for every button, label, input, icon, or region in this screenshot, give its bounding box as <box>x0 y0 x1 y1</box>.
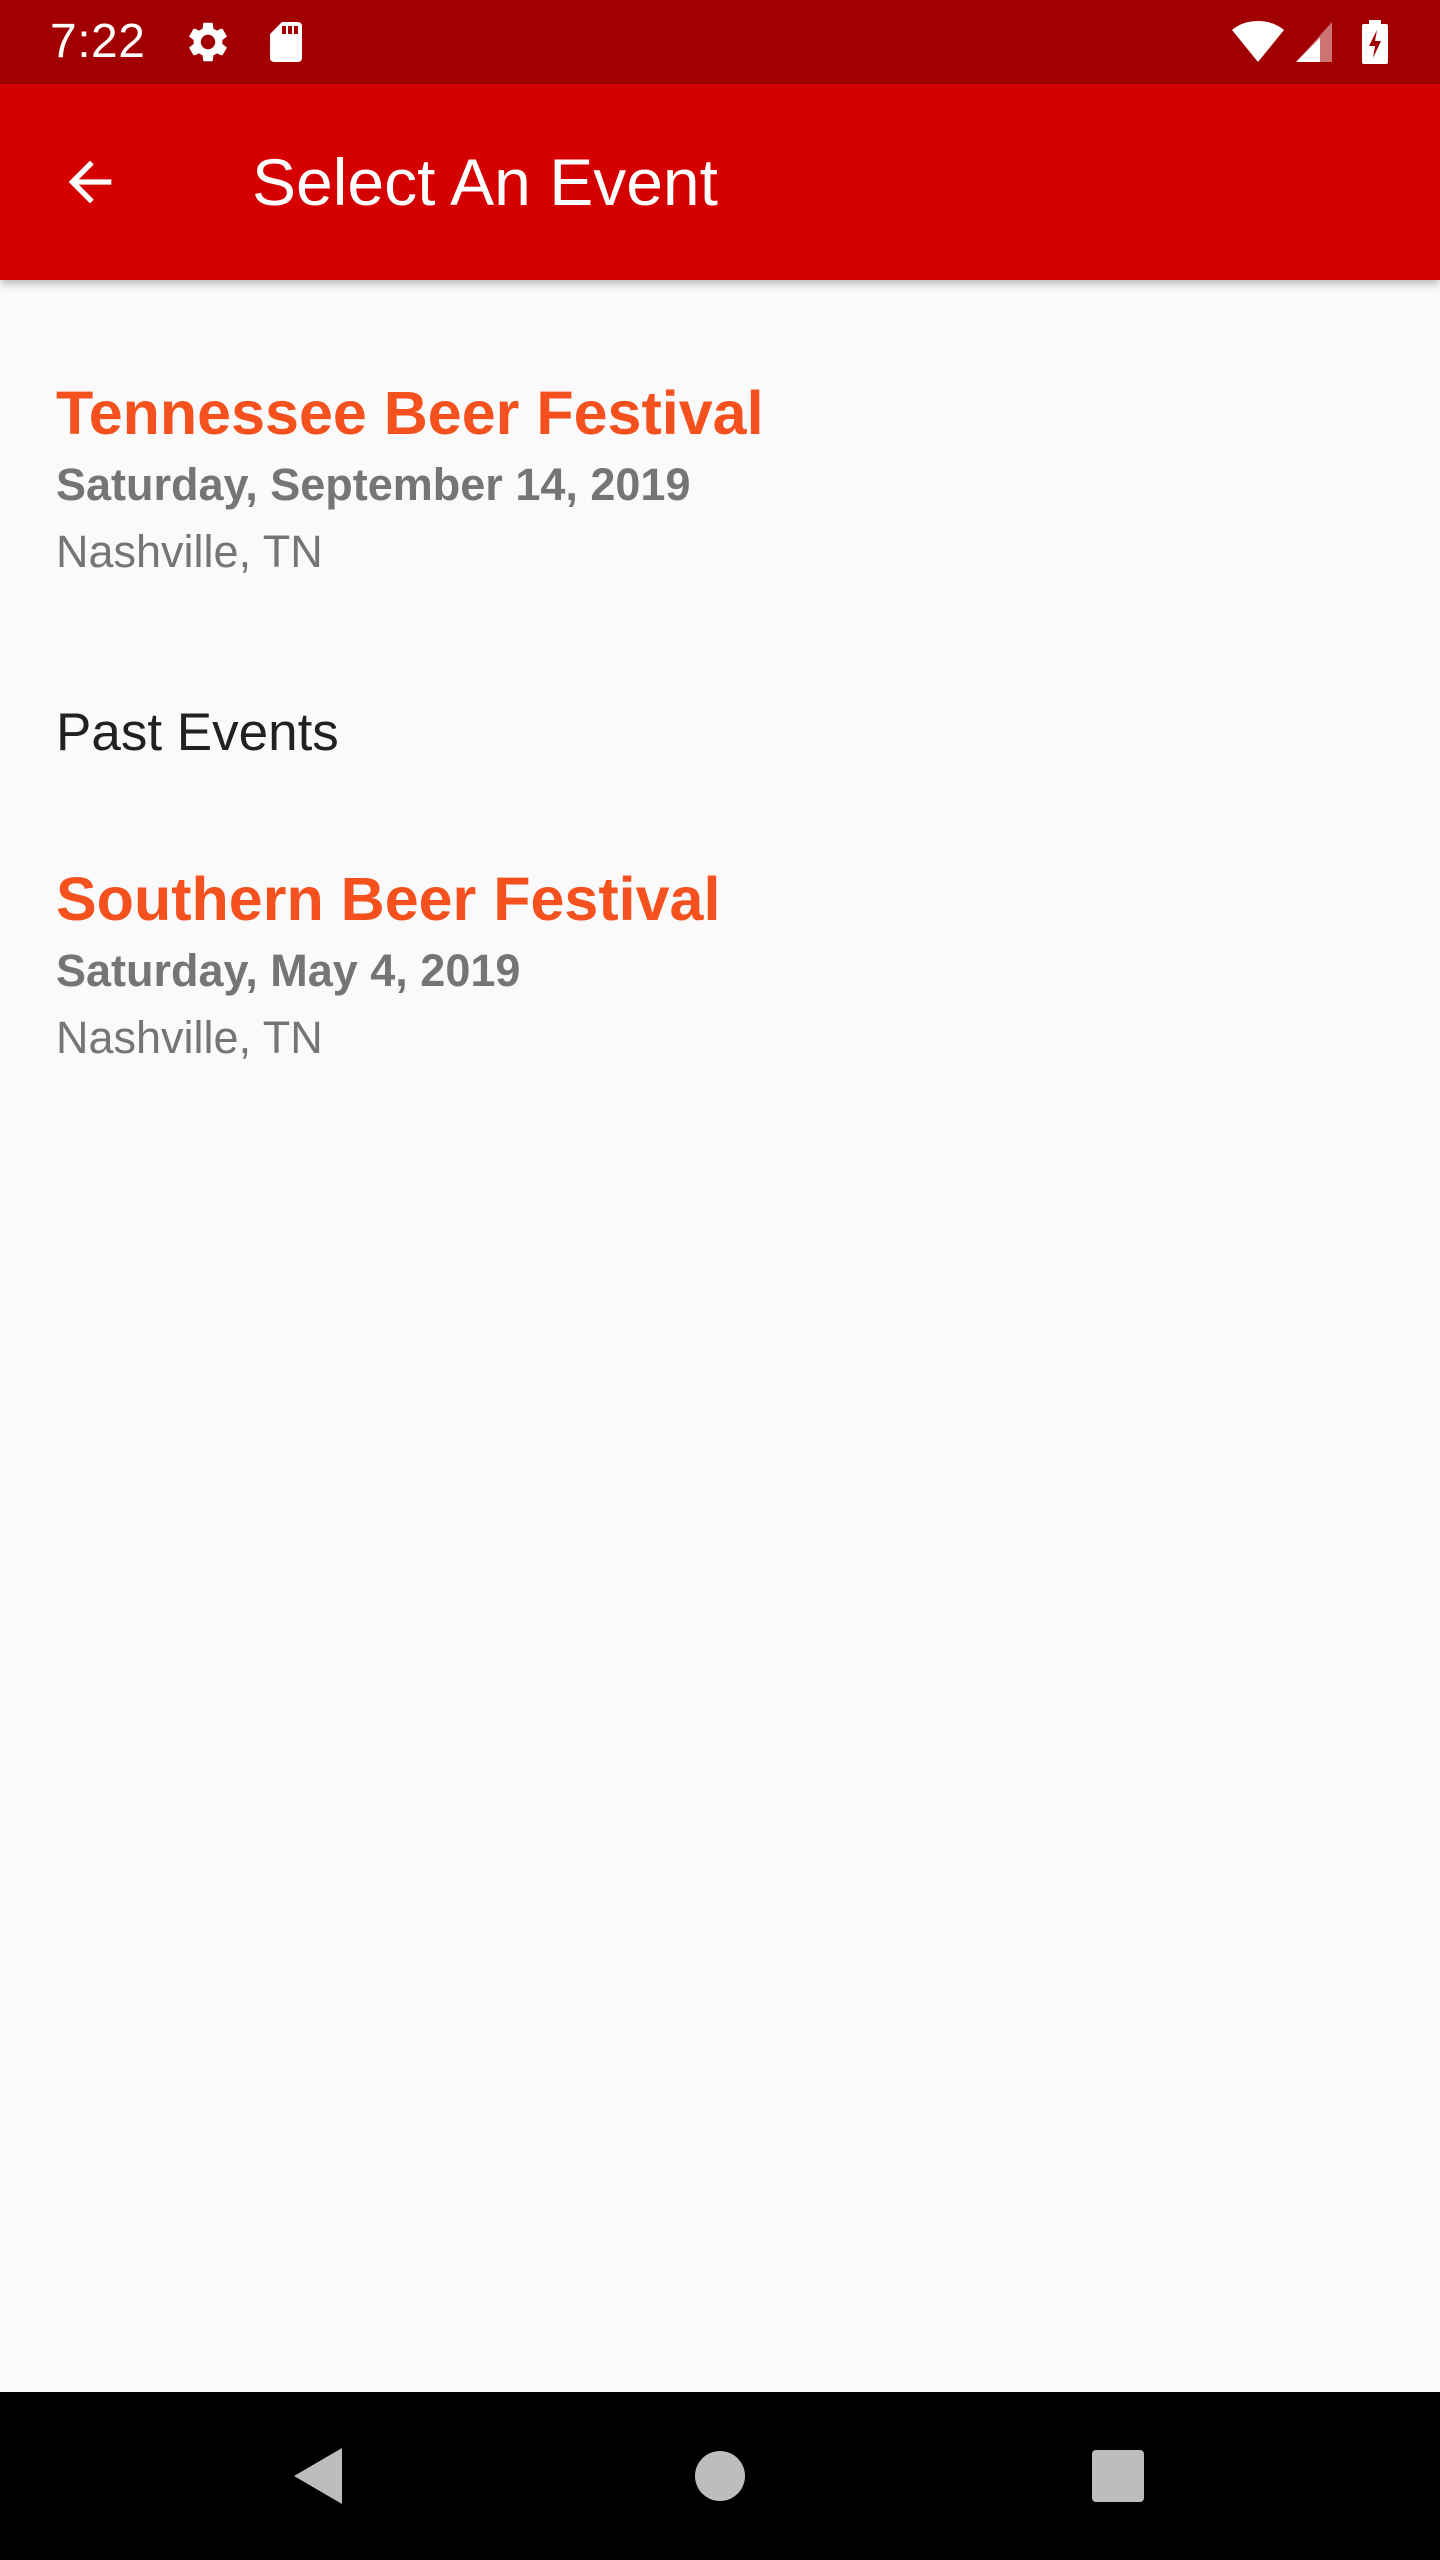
system-nav-bar <box>0 2392 1440 2560</box>
page-title: Select An Event <box>252 145 718 219</box>
status-time: 7:22 <box>50 15 146 68</box>
sd-card-icon <box>262 18 310 66</box>
select-event-screen: 7:22 Select An Event Tennessee Beer Fest… <box>0 0 1440 2560</box>
nav-home-button[interactable] <box>676 2432 764 2520</box>
event-title: Southern Beer Festival <box>56 865 721 933</box>
arrow-back-icon <box>68 160 112 204</box>
app-bar: Select An Event <box>0 84 1440 280</box>
status-bar: 7:22 <box>0 0 1440 84</box>
nav-home-icon <box>695 2451 745 2501</box>
settings-icon <box>184 18 232 66</box>
nav-back-icon <box>294 2448 342 2504</box>
nav-recents-button[interactable] <box>1074 2432 1162 2520</box>
event-title: Tennessee Beer Festival <box>56 379 764 447</box>
nav-back-button[interactable] <box>274 2432 362 2520</box>
wifi-icon <box>1230 18 1284 66</box>
nav-recents-icon <box>1092 2450 1144 2502</box>
event-date: Saturday, May 4, 2019 <box>56 945 521 996</box>
event-location: Nashville, TN <box>56 1012 323 1063</box>
cellular-signal-icon <box>1292 18 1340 66</box>
event-date: Saturday, September 14, 2019 <box>56 459 691 510</box>
past-events-heading: Past Events <box>56 703 339 762</box>
event-item-tennessee-beer-festival[interactable]: Tennessee Beer Festival Saturday, Septem… <box>0 360 1440 600</box>
event-location: Nashville, TN <box>56 526 323 577</box>
back-button[interactable] <box>46 138 134 226</box>
battery-charging-icon <box>1360 18 1408 66</box>
event-item-southern-beer-festival[interactable]: Southern Beer Festival Saturday, May 4, … <box>0 846 1440 1086</box>
